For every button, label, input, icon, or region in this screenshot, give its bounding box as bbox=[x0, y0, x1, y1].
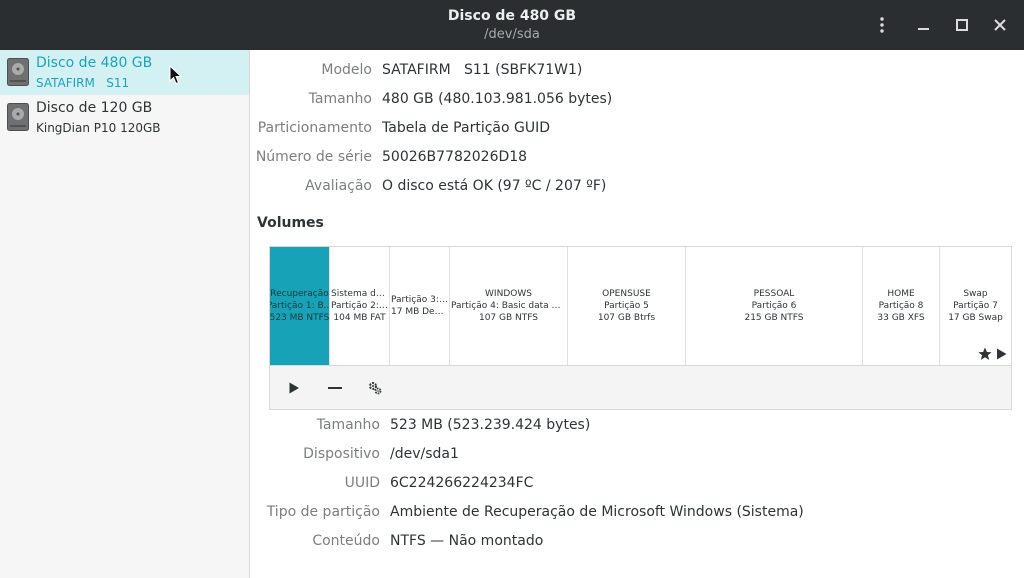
partition-label: Sistema de a... bbox=[331, 289, 389, 299]
partition-5[interactable]: OPENSUSE Partição 5 107 GB Btrfs bbox=[568, 247, 686, 365]
mouse-cursor-icon bbox=[169, 65, 183, 85]
drive-item-480gb[interactable]: Disco de 480 GB SATAFIRM S11 bbox=[0, 50, 249, 95]
info-label: Dispositivo bbox=[303, 446, 380, 462]
maximize-button[interactable] bbox=[950, 13, 974, 37]
partition-info-row: Dispositivo /dev/sda1 bbox=[251, 446, 1024, 466]
partition-4[interactable]: WINDOWS Partição 4: Basic data partiti...… bbox=[450, 247, 568, 365]
close-icon bbox=[994, 19, 1006, 31]
info-value: /dev/sda1 bbox=[390, 446, 459, 462]
info-label: Número de série bbox=[255, 149, 372, 165]
partition-label: Partição 5 bbox=[604, 301, 649, 311]
partition-label: 107 GB NTFS bbox=[478, 313, 538, 323]
disk-info-row: Particionamento Tabela de Partição GUID bbox=[251, 120, 1024, 140]
partition-status-icons bbox=[978, 347, 1007, 361]
volumes-heading: Volumes bbox=[257, 215, 324, 231]
drive-name: Disco de 120 GB bbox=[36, 100, 153, 116]
partition-label: HOME bbox=[887, 289, 915, 299]
info-value: SATAFIRM S11 (SBFK71W1) bbox=[382, 62, 583, 78]
partition-label: Swap bbox=[963, 289, 988, 299]
minimize-icon bbox=[918, 28, 929, 30]
gears-icon bbox=[369, 382, 382, 395]
menu-button[interactable] bbox=[870, 13, 894, 37]
partition-options-button[interactable] bbox=[361, 376, 389, 400]
info-value: Ambiente de Recuperação de Microsoft Win… bbox=[390, 504, 804, 520]
drive-name: Disco de 480 GB bbox=[36, 55, 153, 71]
partition-label: Partição 2: EF... bbox=[331, 301, 389, 311]
partition-label: Partição 7 bbox=[953, 301, 998, 311]
partition-label: Partição 3: Mi... bbox=[391, 295, 449, 305]
info-label: Avaliação bbox=[305, 178, 372, 194]
play-icon bbox=[289, 382, 299, 394]
hard-disk-icon bbox=[7, 103, 29, 131]
partition-label: 17 GB Swap bbox=[948, 313, 1003, 323]
info-label: Conteúdo bbox=[312, 533, 380, 549]
info-value: 523 MB (523.239.424 bytes) bbox=[390, 417, 591, 433]
drive-item-120gb[interactable]: Disco de 120 GB KingDian P10 120GB bbox=[0, 95, 249, 140]
disk-info-row: Número de série 50026B7782026D18 bbox=[251, 149, 1024, 169]
info-label: Tipo de partição bbox=[266, 504, 380, 520]
partition-7[interactable]: Swap Partição 7 17 GB Swap bbox=[940, 247, 1011, 365]
partition-label: 33 GB XFS bbox=[877, 313, 925, 323]
drive-model: KingDian P10 120GB bbox=[36, 121, 161, 135]
info-label: Modelo bbox=[321, 62, 372, 78]
info-value: O disco está OK (97 ºC / 207 ºF) bbox=[382, 178, 607, 194]
disk-info-row: Tamanho 480 GB (480.103.981.056 bytes) bbox=[251, 91, 1024, 111]
partition-label: Partição 1: B... bbox=[270, 301, 330, 311]
info-label: Tamanho bbox=[316, 417, 380, 433]
info-value: 480 GB (480.103.981.056 bytes) bbox=[382, 91, 613, 107]
main-panel: Modelo SATAFIRM S11 (SBFK71W1) Tamanho 4… bbox=[251, 50, 1024, 578]
info-label: UUID bbox=[344, 475, 380, 491]
vertical-dots-icon bbox=[880, 17, 884, 33]
minus-icon bbox=[328, 387, 342, 389]
partition-info-row: Tamanho 523 MB (523.239.424 bytes) bbox=[251, 417, 1024, 437]
mount-button[interactable] bbox=[280, 376, 308, 400]
info-value: Tabela de Partição GUID bbox=[382, 120, 551, 136]
partition-label: 104 MB FAT bbox=[333, 313, 386, 323]
star-icon bbox=[978, 347, 992, 360]
disk-info-row: Modelo SATAFIRM S11 (SBFK71W1) bbox=[251, 62, 1024, 82]
partition-label: Partição 4: Basic data partiti... bbox=[451, 301, 567, 311]
play-icon bbox=[997, 348, 1007, 360]
info-value: 6C224266224234FC bbox=[390, 475, 534, 491]
partition-1[interactable]: Recuperação Partição 1: B... 523 MB NTFS bbox=[270, 247, 330, 365]
maximize-icon bbox=[956, 19, 968, 31]
partition-label: 523 MB NTFS bbox=[270, 313, 330, 323]
partition-6[interactable]: PESSOAL Partição 6 215 GB NTFS bbox=[686, 247, 863, 365]
hard-disk-icon bbox=[7, 58, 29, 86]
minimize-button[interactable] bbox=[912, 13, 936, 37]
partition-8[interactable]: HOME Partição 8 33 GB XFS bbox=[863, 247, 940, 365]
info-label: Particionamento bbox=[257, 120, 372, 136]
partition-label: Partição 8 bbox=[878, 301, 924, 311]
partition-label: OPENSUSE bbox=[602, 289, 651, 299]
partition-3[interactable]: Partição 3: Mi... 17 MB Desco... bbox=[390, 247, 450, 365]
partition-info-row: Conteúdo NTFS — Não montado bbox=[251, 533, 1024, 553]
drives-sidebar: Disco de 480 GB SATAFIRM S11 Disco de 12… bbox=[0, 50, 250, 578]
close-button[interactable] bbox=[988, 13, 1012, 37]
info-value: NTFS — Não montado bbox=[390, 533, 544, 549]
partition-label: Recuperação bbox=[270, 289, 329, 299]
partition-label: 17 MB Desco... bbox=[391, 307, 449, 317]
partition-info-row: UUID 6C224266224234FC bbox=[251, 475, 1024, 495]
partition-label: WINDOWS bbox=[485, 289, 532, 299]
header-bar: Disco de 480 GB /dev/sda bbox=[0, 0, 1024, 50]
drive-model: SATAFIRM S11 bbox=[36, 76, 130, 90]
volume-toolbar bbox=[269, 366, 1012, 410]
delete-partition-button[interactable] bbox=[321, 376, 349, 400]
disk-info-row: Avaliação O disco está OK (97 ºC / 207 º… bbox=[251, 178, 1024, 198]
partition-label: Partição 6 bbox=[751, 301, 797, 311]
partition-label: 107 GB Btrfs bbox=[597, 313, 656, 323]
volumes-graph: Recuperação Partição 1: B... 523 MB NTFS S… bbox=[269, 246, 1012, 366]
partition-label: 215 GB NTFS bbox=[744, 313, 804, 323]
partition-info-row: Tipo de partição Ambiente de Recuperação… bbox=[251, 504, 1024, 524]
partition-label: PESSOAL bbox=[753, 289, 795, 299]
info-value: 50026B7782026D18 bbox=[382, 149, 528, 165]
partition-2[interactable]: Sistema de a... Partição 2: EF... 104 MB F… bbox=[330, 247, 390, 365]
info-label: Tamanho bbox=[308, 91, 372, 107]
